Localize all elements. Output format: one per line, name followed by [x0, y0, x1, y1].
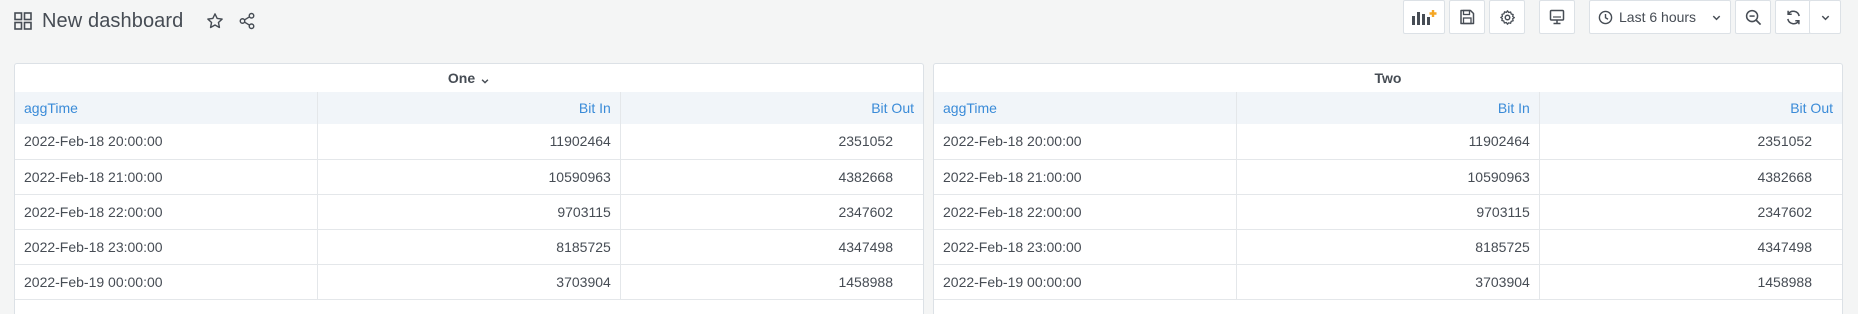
dashboard-settings-button[interactable]: [1489, 0, 1525, 34]
panel-two: Two aggTime Bit In Bit Out 2022-Feb-18 2…: [933, 63, 1843, 314]
refresh-icon: [1785, 9, 1802, 26]
cell-bit-out: 4382668: [838, 168, 893, 185]
cell-bit-out: 4347498: [838, 238, 893, 255]
zoom-out-icon: [1745, 9, 1762, 26]
cell-bit-out: 2347602: [1757, 203, 1812, 220]
save-dashboard-button[interactable]: [1449, 0, 1485, 34]
table-row: 2022-Feb-18 21:00:00 10590963 4382668: [934, 159, 1842, 194]
refresh-interval-dropdown[interactable]: [1809, 0, 1841, 34]
dashboard-navbar: New dashboard Last 6 hours: [0, 0, 1858, 44]
cell-bit-out: 4347498: [1757, 238, 1812, 255]
panel-title[interactable]: One: [448, 70, 475, 86]
cell-bit-in: 10590963: [1236, 159, 1540, 194]
cell-bit-in: 3703904: [317, 264, 621, 299]
cell-aggtime: 2022-Feb-18 22:00:00: [15, 194, 319, 229]
table-row: 2022-Feb-19 00:00:00 3703904 1458988: [934, 264, 1842, 299]
settings-icon: [1499, 9, 1516, 26]
refresh-button[interactable]: [1775, 0, 1811, 34]
column-header-aggtime[interactable]: aggTime: [934, 92, 1238, 124]
data-table: aggTime Bit In Bit Out 2022-Feb-18 20:00…: [934, 92, 1842, 300]
dashboard-title-area: New dashboard: [14, 8, 263, 34]
panel-header[interactable]: Two: [934, 64, 1842, 92]
cell-bit-in: 11902464: [1236, 124, 1540, 159]
column-header-bit-out[interactable]: Bit Out: [1539, 92, 1842, 124]
cell-aggtime: 2022-Feb-19 00:00:00: [15, 264, 319, 299]
cell-bit-out: 2351052: [838, 133, 893, 150]
tv-mode-icon: [1549, 9, 1565, 25]
table-header-row: aggTime Bit In Bit Out: [934, 92, 1842, 124]
column-header-bit-in[interactable]: Bit In: [1236, 92, 1540, 124]
clock-icon: [1598, 10, 1613, 25]
cell-aggtime: 2022-Feb-18 22:00:00: [934, 194, 1238, 229]
share-icon[interactable]: [238, 12, 256, 30]
column-header-bit-out[interactable]: Bit Out: [620, 92, 923, 124]
cell-bit-in: 3703904: [1236, 264, 1540, 299]
time-range-label: Last 6 hours: [1619, 9, 1697, 25]
add-panel-icon: [1411, 8, 1437, 26]
cell-aggtime: 2022-Feb-19 00:00:00: [934, 264, 1238, 299]
panel-header[interactable]: One: [15, 64, 923, 92]
star-icon[interactable]: [206, 12, 224, 30]
cell-aggtime: 2022-Feb-18 20:00:00: [934, 124, 1238, 159]
table-row: 2022-Feb-18 20:00:00 11902464 2351052: [15, 124, 923, 159]
dashboard-title[interactable]: New dashboard: [42, 10, 183, 33]
cell-bit-out: 1458988: [838, 273, 893, 290]
add-panel-button[interactable]: [1403, 0, 1445, 34]
chevron-down-icon: [1820, 12, 1831, 23]
zoom-out-button[interactable]: [1735, 0, 1771, 34]
table-header-row: aggTime Bit In Bit Out: [15, 92, 923, 124]
cell-aggtime: 2022-Feb-18 21:00:00: [934, 159, 1238, 194]
table-row: 2022-Feb-18 22:00:00 9703115 2347602: [934, 194, 1842, 229]
table-row: 2022-Feb-19 00:00:00 3703904 1458988: [15, 264, 923, 299]
cell-bit-out: 4382668: [1757, 168, 1812, 185]
panel-one: One aggTime Bit In Bit Out 2022-Feb-18 2…: [14, 63, 924, 314]
table-row: 2022-Feb-18 20:00:00 11902464 2351052: [934, 124, 1842, 159]
cell-bit-in: 9703115: [317, 194, 621, 229]
cell-bit-in: 9703115: [1236, 194, 1540, 229]
time-range-picker[interactable]: Last 6 hours: [1589, 0, 1731, 34]
cell-bit-out: 2347602: [838, 203, 893, 220]
cell-bit-out: 1458988: [1757, 273, 1812, 290]
cell-bit-in: 8185725: [317, 229, 621, 264]
chevron-down-icon[interactable]: [480, 73, 490, 84]
table-row: 2022-Feb-18 22:00:00 9703115 2347602: [15, 194, 923, 229]
table-row: 2022-Feb-18 23:00:00 8185725 4347498: [934, 229, 1842, 264]
cell-aggtime: 2022-Feb-18 23:00:00: [15, 229, 319, 264]
cell-bit-in: 8185725: [1236, 229, 1540, 264]
dashboard-grid-icon[interactable]: [14, 12, 32, 30]
cell-bit-out: 2351052: [1757, 133, 1812, 150]
save-icon: [1459, 9, 1475, 25]
column-header-aggtime[interactable]: aggTime: [15, 92, 319, 124]
cell-bit-in: 10590963: [317, 159, 621, 194]
cell-aggtime: 2022-Feb-18 23:00:00: [934, 229, 1238, 264]
column-header-bit-in[interactable]: Bit In: [317, 92, 621, 124]
data-table: aggTime Bit In Bit Out 2022-Feb-18 20:00…: [15, 92, 923, 300]
cell-bit-in: 11902464: [317, 124, 621, 159]
cell-aggtime: 2022-Feb-18 20:00:00: [15, 124, 319, 159]
cell-aggtime: 2022-Feb-18 21:00:00: [15, 159, 319, 194]
chevron-down-icon: [1711, 12, 1722, 23]
table-row: 2022-Feb-18 23:00:00 8185725 4347498: [15, 229, 923, 264]
tv-mode-button[interactable]: [1539, 0, 1575, 34]
panel-title[interactable]: Two: [1375, 70, 1402, 86]
table-row: 2022-Feb-18 21:00:00 10590963 4382668: [15, 159, 923, 194]
